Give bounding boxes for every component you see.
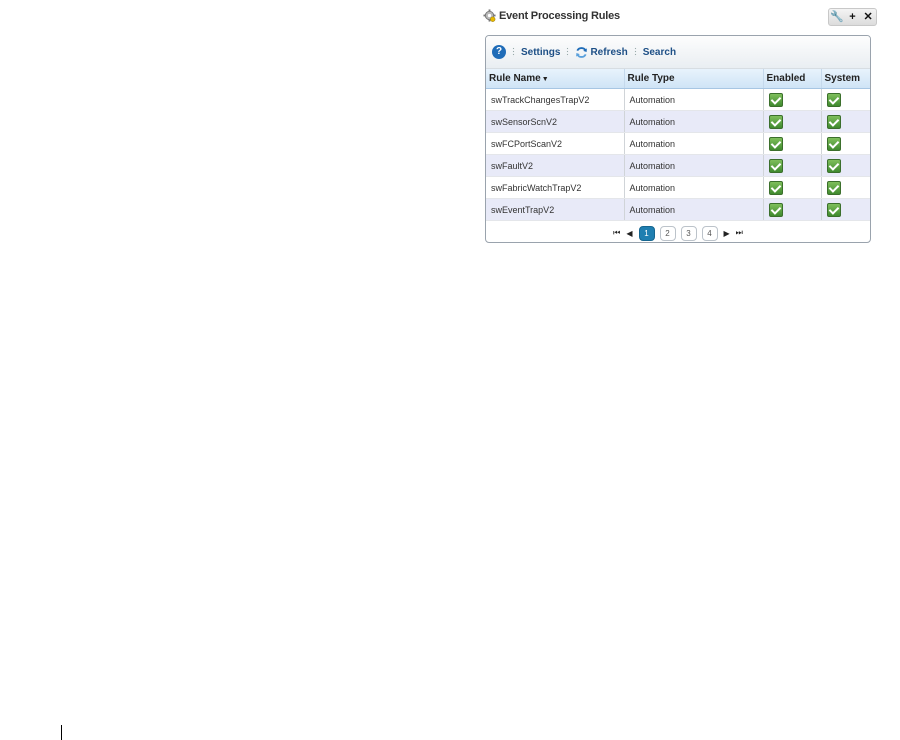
rule-name-cell: swEventTrapV2	[486, 198, 625, 221]
rule-type-cell: Automation	[624, 198, 764, 221]
rule-type-cell: Automation	[624, 88, 764, 111]
help-icon[interactable]: ?	[492, 45, 506, 59]
table-row[interactable]: swSensorScnV2 Automation	[486, 110, 870, 133]
system-cell	[821, 198, 870, 221]
refresh-icon	[576, 46, 588, 58]
checkmark-icon	[826, 136, 841, 151]
rules-table: Rule Name▼ Rule Type Enabled System swTr…	[486, 69, 870, 221]
refresh-button[interactable]: Refresh	[575, 46, 628, 59]
first-page-icon[interactable]: ⏮	[613, 228, 620, 238]
rule-name-cell: swFabricWatchTrapV2	[486, 176, 625, 199]
settings-button[interactable]: Settings	[521, 47, 560, 58]
window-controls: 🔧 + ✕	[828, 8, 877, 26]
checkmark-icon	[826, 202, 841, 217]
rule-type-cell: Automation	[624, 176, 764, 199]
checkmark-icon	[826, 158, 841, 173]
prev-page-icon[interactable]: ◀	[626, 229, 632, 238]
checkmark-icon	[826, 92, 841, 107]
enabled-cell	[763, 132, 822, 155]
column-header-rule-type[interactable]: Rule Type	[624, 69, 764, 89]
enabled-cell	[763, 110, 822, 133]
checkmark-icon	[826, 114, 841, 129]
table-row[interactable]: swTrackChangesTrapV2 Automation	[486, 88, 870, 111]
rule-name-cell: swFCPortScanV2	[486, 132, 625, 155]
rule-name-cell: swTrackChangesTrapV2	[486, 88, 625, 111]
close-icon[interactable]: ✕	[861, 9, 875, 25]
table-header-row: Rule Name▼ Rule Type Enabled System	[486, 69, 870, 89]
system-cell	[821, 176, 870, 199]
column-label: Rule Name	[489, 73, 541, 84]
checkmark-icon	[768, 202, 783, 217]
page-margin-line	[61, 725, 62, 740]
system-cell	[821, 88, 870, 111]
rule-name-cell: swFaultV2	[486, 154, 625, 177]
checkmark-icon	[768, 92, 783, 107]
last-page-icon[interactable]: ⏭	[736, 228, 743, 238]
page-button[interactable]: 4	[701, 225, 718, 241]
table-row[interactable]: swFCPortScanV2 Automation	[486, 132, 870, 155]
column-header-enabled[interactable]: Enabled	[763, 69, 822, 89]
toolbar-separator	[566, 47, 570, 57]
enabled-cell	[763, 88, 822, 111]
plus-icon[interactable]: +	[845, 9, 859, 25]
page-button[interactable]: 1	[638, 225, 655, 241]
search-button[interactable]: Search	[643, 47, 676, 58]
page-button[interactable]: 3	[680, 225, 697, 241]
enabled-cell	[763, 176, 822, 199]
checkmark-icon	[826, 180, 841, 195]
checkmark-icon	[768, 158, 783, 173]
toolbar: ? Settings Refresh Search	[486, 36, 870, 69]
rule-type-cell: Automation	[624, 132, 764, 155]
refresh-label: Refresh	[590, 46, 628, 58]
enabled-cell	[763, 154, 822, 177]
checkmark-icon	[768, 180, 783, 195]
table-row[interactable]: swEventTrapV2 Automation	[486, 198, 870, 221]
rule-type-cell: Automation	[624, 154, 764, 177]
page-list: 1234	[638, 225, 718, 241]
column-header-rule-name[interactable]: Rule Name▼	[486, 69, 625, 89]
rule-type-cell: Automation	[624, 110, 764, 133]
rule-name-cell: swSensorScnV2	[486, 110, 625, 133]
table-row[interactable]: swFabricWatchTrapV2 Automation	[486, 176, 870, 199]
toolbar-separator	[633, 47, 637, 57]
sort-desc-icon: ▼	[541, 76, 549, 83]
toolbar-separator	[512, 47, 515, 57]
next-page-icon[interactable]: ▶	[724, 229, 730, 238]
column-header-system[interactable]: System	[821, 69, 870, 89]
gear-icon	[483, 9, 496, 22]
system-cell	[821, 132, 870, 155]
checkmark-icon	[768, 114, 783, 129]
table-row[interactable]: swFaultV2 Automation	[486, 154, 870, 177]
wrench-icon[interactable]: 🔧	[830, 9, 844, 25]
portlet-title: Event Processing Rules	[499, 9, 620, 22]
checkmark-icon	[768, 136, 783, 151]
system-cell	[821, 110, 870, 133]
portlet-header: Event Processing Rules	[483, 9, 620, 22]
pagination: ⏮ ◀ 1234 ▶ ⏭	[486, 221, 870, 242]
enabled-cell	[763, 198, 822, 221]
page-button[interactable]: 2	[659, 225, 676, 241]
system-cell	[821, 154, 870, 177]
rules-panel: ? Settings Refresh Search Rule Name▼ Rul…	[485, 35, 871, 243]
